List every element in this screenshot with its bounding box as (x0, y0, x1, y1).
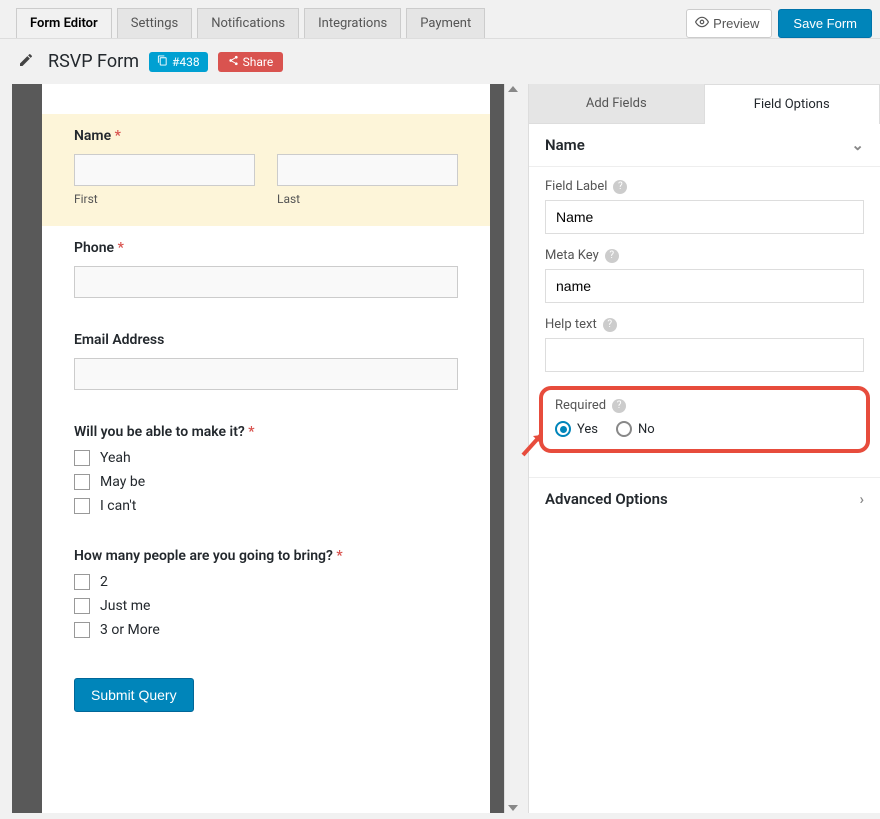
form-id-text: #438 (172, 55, 200, 69)
phone-input[interactable] (74, 266, 458, 298)
field-label-label: Field Label ? (545, 179, 864, 194)
meta-key-input[interactable] (545, 269, 864, 303)
preview-label: Preview (713, 16, 759, 31)
top-actions: Preview Save Form (686, 9, 872, 38)
section-name-label: Name (545, 136, 585, 154)
advanced-options-label: Advanced Options (545, 490, 668, 508)
top-bar: Form Editor Settings Notifications Integ… (0, 0, 880, 38)
tab-form-editor[interactable]: Form Editor (16, 8, 112, 38)
checkbox-icon (74, 450, 90, 466)
people-option[interactable]: Just me (74, 598, 458, 614)
attend-option[interactable]: Yeah (74, 450, 458, 466)
form-id-badge[interactable]: #438 (149, 52, 208, 72)
field-attend[interactable]: Will you be able to make it? * Yeah May … (42, 410, 490, 534)
eye-icon (695, 15, 709, 32)
required-radio-group: Yes No (555, 421, 854, 437)
share-icon (228, 55, 239, 69)
required-no[interactable]: No (616, 421, 655, 437)
chevron-down-icon: ⌄ (851, 136, 864, 154)
share-label: Share (243, 55, 274, 69)
chevron-right-icon: › (859, 490, 864, 508)
first-name-input[interactable] (74, 154, 255, 186)
submit-button[interactable]: Submit Query (74, 678, 194, 712)
copy-icon (157, 55, 168, 69)
field-phone-label: Phone * (74, 240, 458, 256)
help-text-input[interactable] (545, 338, 864, 372)
section-name-header[interactable]: Name ⌄ (529, 124, 880, 167)
people-option[interactable]: 2 (74, 574, 458, 590)
canvas-panel: Name * First Last (0, 84, 528, 813)
required-asterisk: * (115, 128, 121, 144)
form-canvas: Name * First Last (42, 84, 490, 813)
field-name-label: Name * (74, 128, 458, 144)
field-label-input[interactable] (545, 200, 864, 234)
sub-bar: RSVP Form #438 Share (0, 38, 880, 84)
field-phone[interactable]: Phone * (42, 226, 490, 318)
field-email[interactable]: Email Address (42, 318, 490, 410)
required-highlight: Required ? Yes No (539, 386, 870, 453)
group-meta-key: Meta Key ? (545, 248, 864, 303)
sidebar-body: Field Label ? Meta Key ? Help text ? (529, 167, 880, 477)
meta-key-label: Meta Key ? (545, 248, 864, 263)
form-title[interactable]: RSVP Form (48, 51, 139, 72)
checkbox-icon (74, 574, 90, 590)
tab-integrations[interactable]: Integrations (304, 8, 401, 38)
main-area: Name * First Last (0, 84, 880, 813)
preview-button[interactable]: Preview (686, 9, 772, 38)
group-help-text: Help text ? (545, 317, 864, 372)
help-icon[interactable]: ? (603, 318, 617, 332)
required-yes[interactable]: Yes (555, 421, 598, 437)
checkbox-icon (74, 598, 90, 614)
checkbox-icon (74, 474, 90, 490)
field-name[interactable]: Name * First Last (42, 114, 490, 226)
attend-option[interactable]: May be (74, 474, 458, 490)
first-sublabel: First (74, 192, 255, 206)
main-tabs: Form Editor Settings Notifications Integ… (16, 8, 485, 38)
field-email-label: Email Address (74, 332, 458, 348)
help-text-label: Help text ? (545, 317, 864, 332)
tab-field-options[interactable]: Field Options (704, 84, 880, 124)
radio-icon (555, 421, 571, 437)
tab-notifications[interactable]: Notifications (197, 8, 299, 38)
required-asterisk: * (336, 548, 342, 564)
sidebar-tabs: Add Fields Field Options (529, 84, 880, 124)
help-icon[interactable]: ? (612, 399, 626, 413)
share-button[interactable]: Share (218, 52, 284, 72)
advanced-options-header[interactable]: Advanced Options › (529, 477, 880, 520)
tab-payment[interactable]: Payment (406, 8, 485, 38)
canvas-wrap: Name * First Last (12, 84, 520, 813)
field-people-label: How many people are you going to bring? … (74, 548, 458, 564)
pencil-icon (18, 52, 34, 72)
people-option[interactable]: 3 or More (74, 622, 458, 638)
field-attend-label: Will you be able to make it? * (74, 424, 458, 440)
tab-settings[interactable]: Settings (117, 8, 192, 38)
radio-icon (616, 421, 632, 437)
required-label: Required ? (555, 398, 854, 413)
checkbox-icon (74, 622, 90, 638)
arrow-annotation-icon (521, 427, 551, 457)
group-field-label: Field Label ? (545, 179, 864, 234)
attend-option[interactable]: I can't (74, 498, 458, 514)
sidebar-panel: Add Fields Field Options Name ⌄ Field La… (528, 84, 880, 813)
required-asterisk: * (248, 424, 254, 440)
help-icon[interactable]: ? (613, 180, 627, 194)
save-button[interactable]: Save Form (778, 9, 872, 38)
last-sublabel: Last (277, 192, 458, 206)
scrollbar[interactable] (504, 84, 520, 813)
checkbox-icon (74, 498, 90, 514)
required-asterisk: * (118, 240, 124, 256)
tab-add-fields[interactable]: Add Fields (529, 84, 704, 124)
email-input[interactable] (74, 358, 458, 390)
help-icon[interactable]: ? (605, 249, 619, 263)
last-name-input[interactable] (277, 154, 458, 186)
field-people[interactable]: How many people are you going to bring? … (42, 534, 490, 658)
